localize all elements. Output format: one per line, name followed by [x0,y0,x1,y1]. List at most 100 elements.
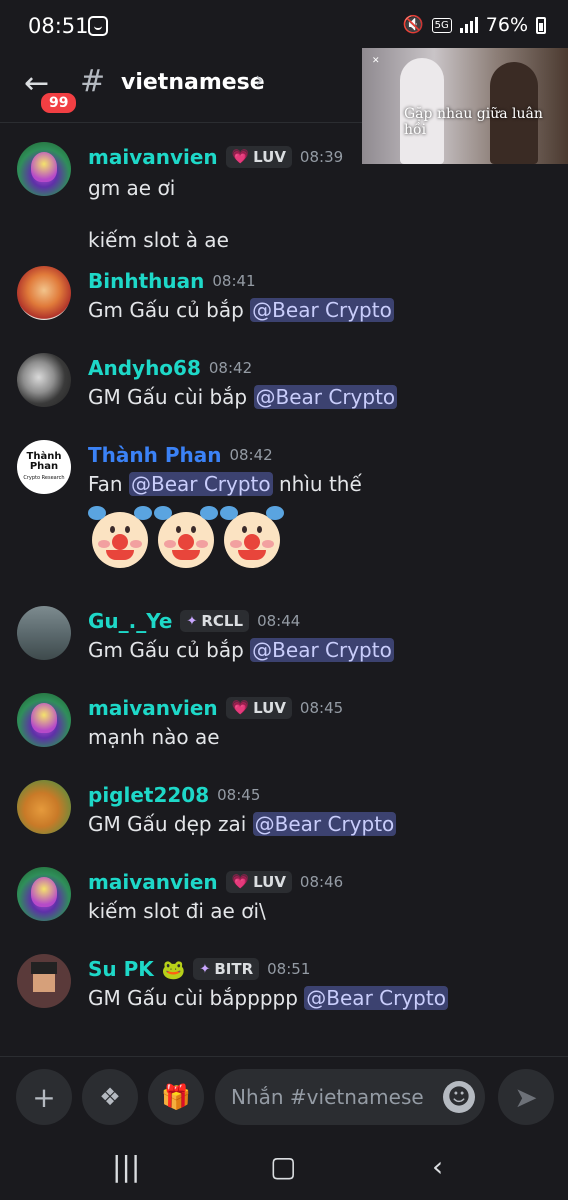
mention[interactable]: @Bear Crypto [304,986,448,1010]
text-span: GM Gấu dẹp zai [88,812,247,836]
message-text: kiếm slot à ae [88,228,229,252]
avatar[interactable]: Thành Phan Crypto Research [17,440,71,494]
username[interactable]: piglet2208 [88,783,209,807]
avatar[interactable] [17,954,71,1008]
message-text: GM Gấu dẹp zai @Bear Crypto [88,812,397,836]
username[interactable]: Thành Phan [88,443,221,467]
mention[interactable]: @Bear Crypto [253,385,398,409]
username[interactable]: Binhthuan [88,269,204,293]
message-text: Fan @Bear Crypto nhìu thế [88,472,362,496]
diamond-icon: ✦ [186,613,198,629]
text-span: GM Gấu cùi bắp [88,385,248,409]
tag-label: LUV [253,699,286,717]
tag-label: RCLL [201,612,244,630]
avatar[interactable] [17,606,71,660]
clown-emoji-icon [220,504,284,568]
message-text: mạnh nào ae [88,725,220,749]
message-list[interactable]: maivanvien 💗 LUV 08:39 gm ae ơi kiếm slot… [0,122,568,1056]
heart-icon: 💗 [231,874,250,890]
apps-button[interactable]: ❖ [82,1069,138,1125]
avatar-label: Thành Phan [26,450,62,472]
channel-hash-icon: # [80,64,106,99]
back-icon[interactable]: ‹ [432,1150,443,1183]
battery-percent: 76% [485,14,528,36]
guild-tag[interactable]: ✦ RCLL [180,610,250,632]
status-time: 08:51 [28,14,89,38]
frog-icon: 🐸 [161,958,186,981]
avatar[interactable] [17,693,71,747]
text-span: GM Gấu cùi bắppppp [88,986,298,1010]
text-span: Gm Gấu củ bắp [88,638,244,662]
recents-icon[interactable]: ||| [112,1150,140,1183]
message-text: kiếm slot đi ae ơi\ [88,899,266,923]
status-indicators: 🔇 5G 76% [402,14,546,36]
avatar[interactable] [17,353,71,407]
tag-label: LUV [253,148,286,166]
timestamp: 08:45 [217,786,261,804]
gift-button[interactable]: 🎁 [148,1069,204,1125]
avatar[interactable] [17,780,71,834]
message-text: GM Gấu cùi bắppppp @Bear Crypto [88,986,448,1010]
message-input[interactable]: Nhắn #vietnamese ☻ [215,1069,485,1125]
add-attachment-button[interactable]: + [16,1069,72,1125]
network-type: 5G [431,17,452,33]
composer-bar: + ❖ 🎁 Nhắn #vietnamese ☻ ➤ [0,1056,568,1137]
timestamp: 08:42 [208,359,253,377]
timestamp: 08:45 [299,699,344,717]
username[interactable]: Gu_._Ye [88,609,172,633]
send-button[interactable]: ➤ [498,1069,554,1125]
channel-name[interactable]: vietnamese [121,70,265,95]
message-text: GM Gấu cùi bắp @Bear Crypto [88,385,398,409]
apps-icon: ❖ [99,1083,121,1111]
username[interactable]: maivanvien [88,870,218,894]
app-notification-icon [88,16,108,36]
avatar[interactable] [17,867,71,921]
mute-icon: 🔇 [402,15,424,35]
heart-icon: 💗 [231,700,250,716]
close-icon[interactable]: ✕ [372,56,380,66]
message-text: gm ae ơi [88,176,176,200]
username[interactable]: maivanvien [88,696,218,720]
unread-badge: 99 [38,90,80,116]
mention[interactable]: @Bear Crypto [250,638,394,662]
timestamp: 08:42 [229,446,273,464]
diamond-icon: ✦ [199,961,211,977]
timestamp: 08:44 [257,612,301,630]
plus-icon: + [32,1080,56,1114]
timestamp: 08:41 [212,272,256,290]
battery-icon [536,16,546,34]
heart-icon: 💗 [231,149,250,165]
text-span: Fan [88,472,123,496]
username[interactable]: Andyho68 [88,356,201,380]
mention[interactable]: @Bear Crypto [252,812,397,836]
status-bar: 08:51 🔇 5G 76% [0,0,568,52]
guild-tag[interactable]: 💗 LUV [225,146,292,168]
home-icon[interactable]: ▢ [270,1150,296,1183]
guild-tag[interactable]: ✦ BITR [193,958,260,980]
avatar-sublabel: Crypto Research [23,474,65,481]
guild-tag[interactable]: 💗 LUV [225,697,292,719]
avatar[interactable] [17,266,71,320]
timestamp: 08:39 [299,148,344,166]
text-span: Gm Gấu củ bắp [88,298,244,322]
send-icon: ➤ [514,1080,538,1114]
input-placeholder: Nhắn #vietnamese [231,1085,424,1109]
tag-label: BITR [214,960,254,978]
signal-icon [459,17,478,33]
avatar[interactable] [17,142,71,196]
timestamp: 08:46 [299,873,344,891]
emoji-picker-icon[interactable]: ☻ [443,1081,475,1113]
username[interactable]: maivanvien [88,145,218,169]
text-span: nhìu thế [279,472,362,496]
message-text: Gm Gấu củ bắp @Bear Crypto [88,298,394,322]
chevron-right-icon[interactable]: › [255,68,264,93]
username[interactable]: Su PK [88,957,154,981]
mention[interactable]: @Bear Crypto [128,472,273,496]
mention[interactable]: @Bear Crypto [250,298,394,322]
clown-emoji-icon [88,504,152,568]
clown-emoji-icon [154,504,218,568]
guild-tag[interactable]: 💗 LUV [225,871,292,893]
emoji-row [88,504,284,568]
system-nav-bar: ||| ▢ ‹ [0,1136,568,1200]
gift-icon: 🎁 [161,1083,191,1111]
